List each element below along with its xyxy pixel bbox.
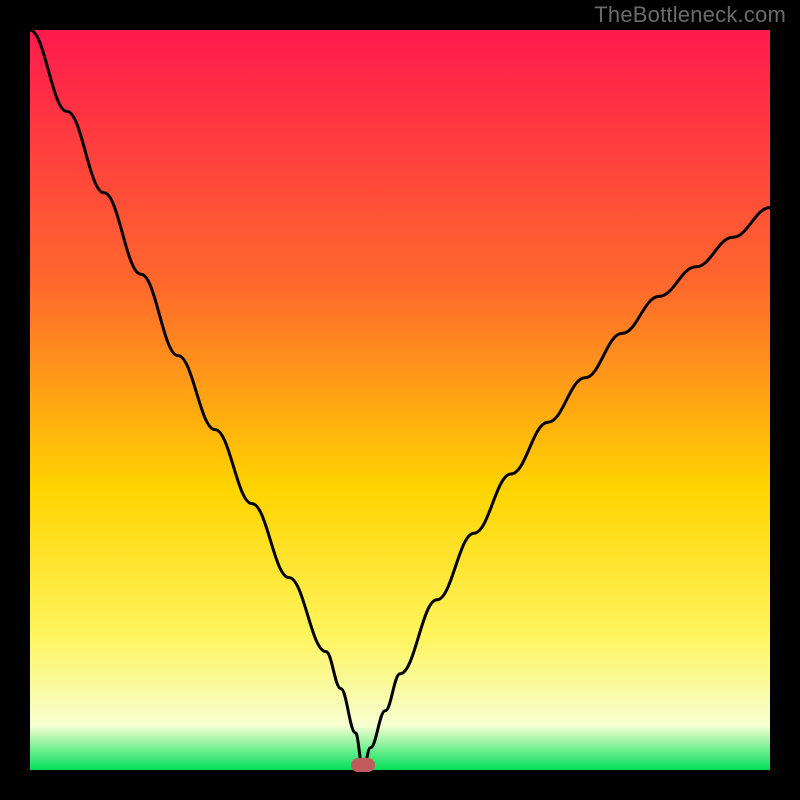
chart-frame: TheBottleneck.com [0, 0, 800, 800]
plot-area [30, 30, 770, 770]
gradient-background [30, 30, 770, 770]
watermark-text: TheBottleneck.com [594, 2, 786, 28]
chart-svg [30, 30, 770, 770]
optimal-marker [351, 758, 375, 772]
